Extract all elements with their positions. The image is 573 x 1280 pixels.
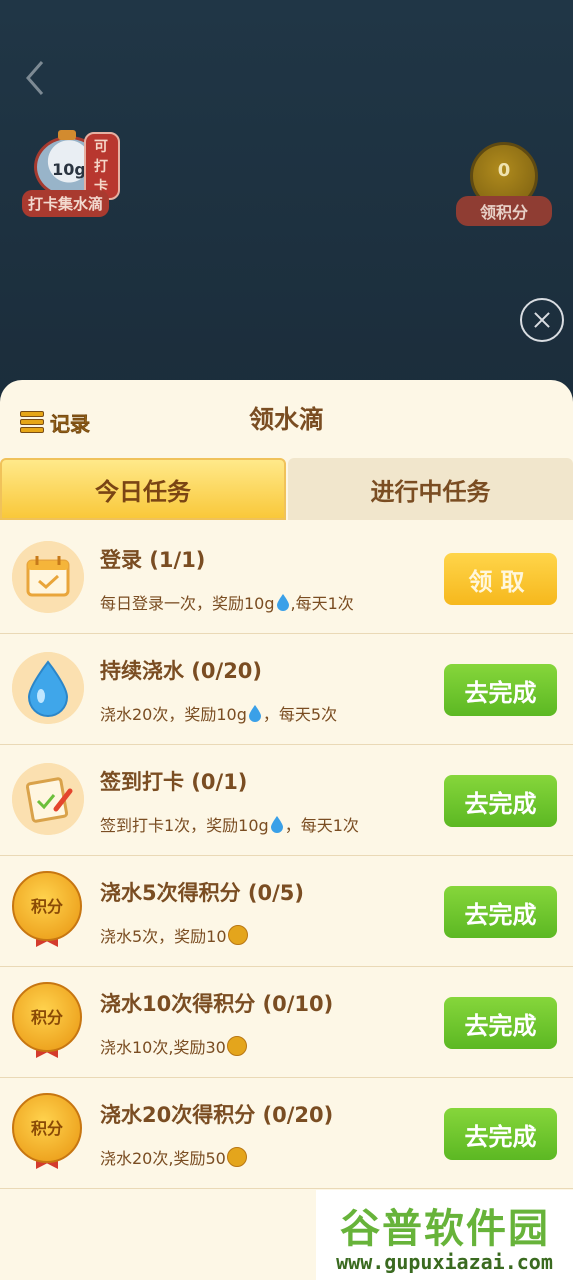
checkin-note-icon [12,763,84,835]
checkin-label: 打卡集水滴 [22,190,110,217]
task-row: 积分 浇水20次得积分 (0/20) 浇水20次,奖励50 去完成 [0,1077,573,1189]
task-desc-suffix: ,每天1次 [290,594,354,613]
task-tabs: 今日任务 进行中任务 [0,458,573,522]
sheet-header: 记录 领水滴 [0,380,573,458]
medal-text: 积分 [30,1119,63,1138]
water-drop-icon [12,652,84,724]
task-title: 持续浇水 (0/20) [100,659,263,683]
task-description: 浇水20次，奖励10g ，每天5次 [100,701,337,725]
task-description: 浇水20次,奖励50 [100,1145,247,1169]
watermark-url: www.gupuxiazai.com [336,1250,553,1274]
points-medal-icon: 积分 [12,1093,84,1173]
points-medal-icon: 积分 [12,871,84,951]
go-complete-button[interactable]: 去完成 [444,664,557,716]
task-row: 积分 浇水5次得积分 (0/5) 浇水5次，奖励10 去完成 [0,855,573,967]
points-coin-icon [226,1147,247,1167]
medal-text: 积分 [30,1008,63,1027]
points-coin-icon [227,925,248,945]
task-description: 浇水5次，奖励10 [100,923,248,947]
task-title: 浇水5次得积分 (0/5) [100,881,305,905]
task-desc-text: 浇水5次，奖励10 [100,927,227,946]
calendar-icon [12,541,84,613]
go-complete-button[interactable]: 去完成 [444,775,557,827]
task-desc-suffix: ，每天1次 [284,816,359,835]
points-widget[interactable]: 0 领积分 [456,140,552,230]
watermark-name: 谷普软件园 [340,1206,550,1252]
task-desc-text: 浇水10次,奖励30 [100,1038,226,1057]
task-title: 登录 (1/1) [100,548,206,572]
task-desc-text: 每日登录一次，奖励10g [100,594,275,613]
bottle-cap [58,130,76,140]
task-description: 签到打卡1次，奖励10g ，每天1次 [100,812,359,836]
task-sheet: 记录 领水滴 今日任务 进行中任务 登录 (1/1) 每日登录一次，奖励10g … [0,380,573,1280]
go-complete-button[interactable]: 去完成 [444,1108,557,1160]
points-value: 0 [497,160,511,181]
task-row: 签到打卡 (0/1) 签到打卡1次，奖励10g ，每天1次 去完成 [0,744,573,856]
water-drop-icon [248,705,261,722]
sheet-title: 领水滴 [248,405,324,434]
checkin-collect-widget[interactable]: 10g 可打卡 打卡集水滴 [20,130,120,220]
site-watermark: 谷普软件园 www.gupuxiazai.com [316,1190,573,1280]
points-medal-icon: 积分 [12,982,84,1062]
task-title: 浇水20次得积分 (0/20) [100,1103,334,1127]
task-title: 浇水10次得积分 (0/10) [100,992,334,1016]
task-title: 签到打卡 (0/1) [100,770,248,794]
back-arrow-icon[interactable] [22,58,48,98]
water-drop-icon [276,594,289,611]
task-desc-suffix: ，每天5次 [262,705,338,724]
close-icon[interactable] [520,298,564,342]
task-desc-text: 浇水20次,奖励50 [100,1149,226,1168]
tab-ongoing-tasks[interactable]: 进行中任务 [288,458,573,520]
task-desc-text: 浇水20次，奖励10g [100,705,247,724]
medal-text: 积分 [30,897,63,916]
task-row: 登录 (1/1) 每日登录一次，奖励10g ,每天1次 领取 [0,522,573,634]
points-label: 领积分 [456,196,552,226]
points-coin-icon [226,1036,247,1056]
task-description: 浇水10次,奖励30 [100,1034,247,1058]
task-row: 积分 浇水10次得积分 (0/10) 浇水10次,奖励30 去完成 [0,966,573,1078]
go-complete-button[interactable]: 去完成 [444,886,557,938]
water-drop-icon [270,816,283,833]
task-desc-text: 签到打卡1次，奖励10g [100,816,269,835]
task-row: 持续浇水 (0/20) 浇水20次，奖励10g ，每天5次 去完成 [0,633,573,745]
task-description: 每日登录一次，奖励10g ,每天1次 [100,590,354,614]
tab-today-tasks[interactable]: 今日任务 [0,458,286,520]
go-complete-button[interactable]: 去完成 [444,997,557,1049]
claim-button[interactable]: 领取 [444,553,557,605]
